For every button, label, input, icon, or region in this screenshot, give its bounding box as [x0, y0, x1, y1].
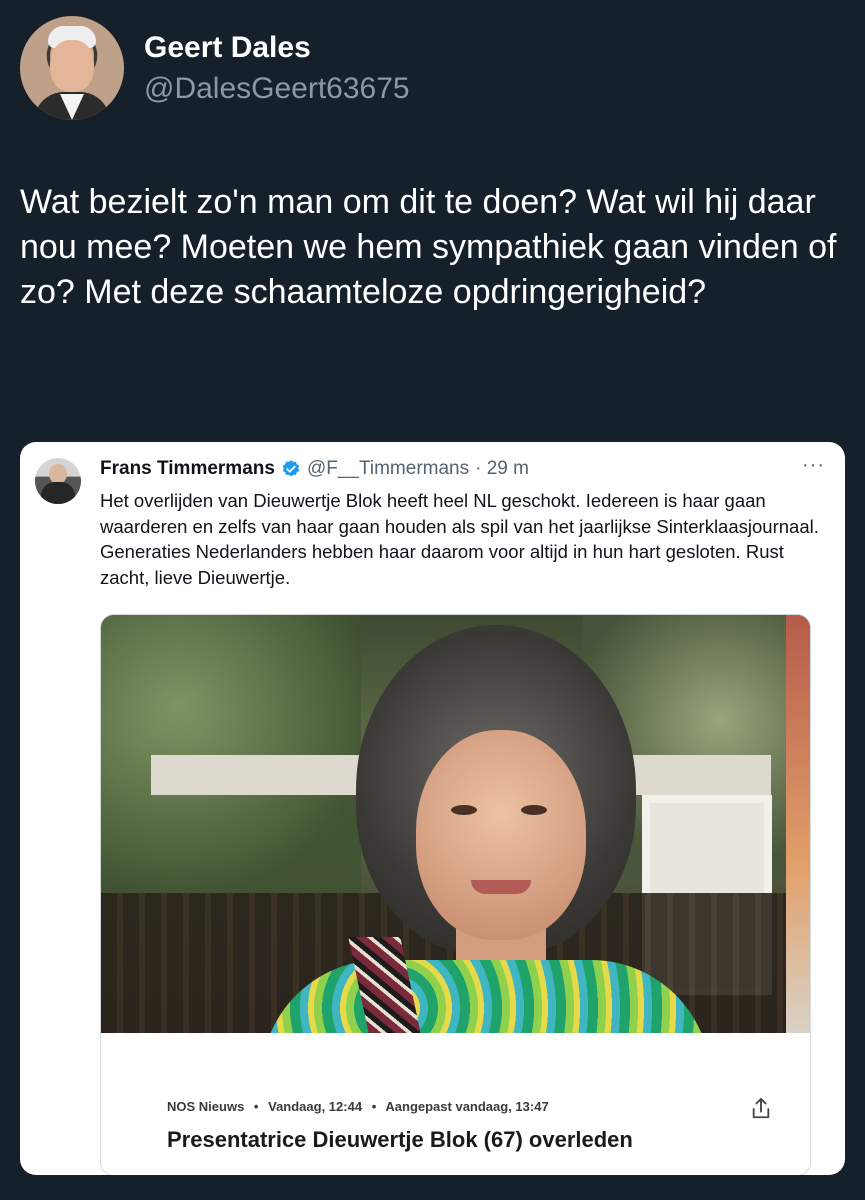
news-updated: Aangepast vandaag, 13:47 [385, 1099, 549, 1114]
quoted-tweet-card[interactable]: Frans Timmermans @F__Timmermans · 29 m ·… [20, 442, 845, 1175]
news-source: NOS Nieuws [167, 1099, 245, 1114]
news-meta: NOS Nieuws • Vandaag, 12:44 • Aangepast … [167, 1099, 549, 1114]
tweet-header: Geert Dales @DalesGeert63675 [20, 16, 410, 120]
news-date: Vandaag, 12:44 [268, 1099, 363, 1114]
verified-badge-icon [282, 460, 300, 477]
quoted-tweet-header: Frans Timmermans @F__Timmermans · 29 m ·… [100, 454, 825, 482]
news-photo [101, 615, 810, 1033]
news-link-card[interactable]: NOS Nieuws • Vandaag, 12:44 • Aangepast … [100, 614, 811, 1175]
news-headline[interactable]: Presentatrice Dieuwertje Blok (67) overl… [167, 1127, 633, 1153]
news-caption: NOS Nieuws • Vandaag, 12:44 • Aangepast … [101, 1033, 810, 1175]
quoted-tweet-time: · 29 m [475, 458, 529, 479]
author-display-name[interactable]: Geert Dales [144, 29, 410, 67]
more-options-icon[interactable]: ··· [802, 454, 825, 477]
author-avatar[interactable] [20, 16, 124, 120]
quoted-author-handle[interactable]: @F__Timmermans [307, 458, 469, 480]
quoted-author-avatar[interactable] [35, 458, 81, 504]
share-icon[interactable] [750, 1097, 772, 1121]
tweet-text: Wat bezielt zo'n man om dit te doen? Wat… [20, 183, 837, 311]
quoted-tweet-text: Het overlijden van Dieuwertje Blok heeft… [100, 490, 819, 588]
author-names: Geert Dales @DalesGeert63675 [144, 29, 410, 108]
author-handle[interactable]: @DalesGeert63675 [144, 70, 410, 108]
quoted-author-name[interactable]: Frans Timmermans [100, 458, 275, 480]
meta-separator: • [371, 1099, 377, 1114]
meta-separator: • [253, 1099, 259, 1114]
